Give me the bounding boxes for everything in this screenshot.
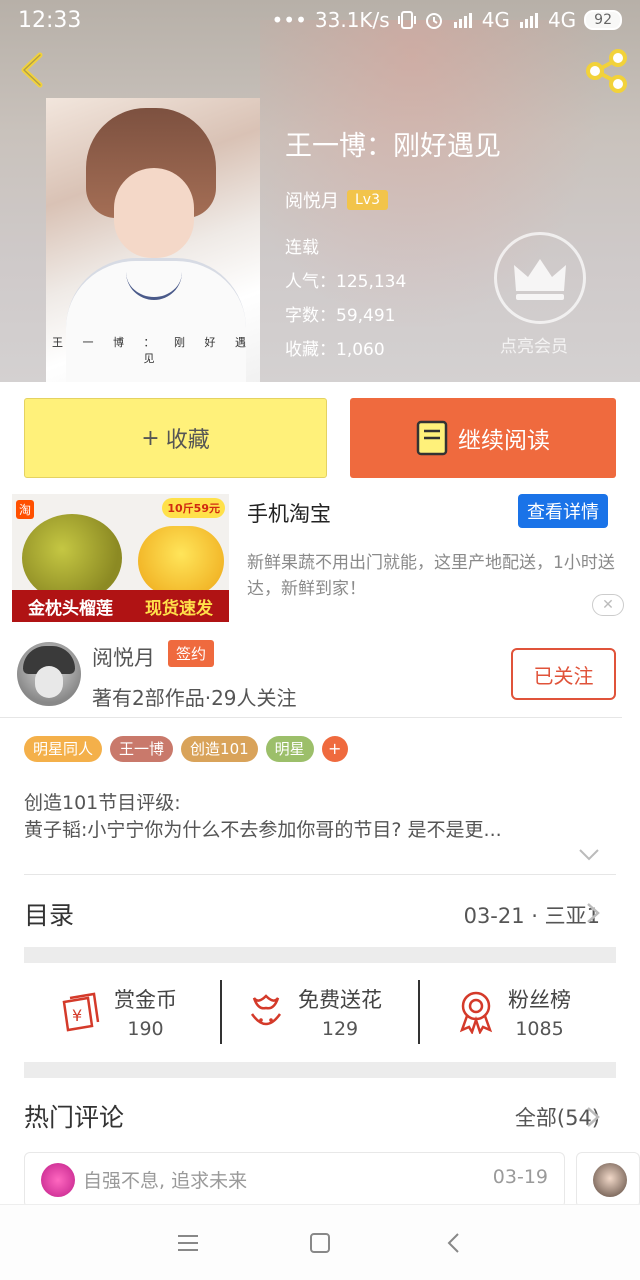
add-favorite-button[interactable]: + 收藏 [24,398,327,478]
chevron-right-icon[interactable] [586,1106,600,1128]
ad-image[interactable]: 淘 10斤59元 金枕头榴莲 现货速发 [12,494,229,622]
continue-reading-label: 继续阅读 [458,428,550,454]
reward-coin-icon: ¥ [62,992,100,1032]
comment-card[interactable] [576,1152,640,1208]
svg-text:¥: ¥ [72,1006,82,1025]
book-title: 王一博：刚好遇见 [285,131,501,162]
add-tag-button[interactable]: + [321,736,348,762]
book-description[interactable]: 创造101节目评级: 黄子韬:小宁宁你为什么不去参加你哥的节目? 是不是更... [24,790,614,844]
medal-icon [459,991,493,1034]
hot-comments-title: 热门评论 [24,1103,125,1132]
signed-badge: 签约 [168,640,215,667]
follow-button[interactable]: 已关注 [511,648,616,700]
writer-stats: 著有2部作品·29人关注 [92,686,297,710]
fan-ranking-count: 1085 [515,1018,564,1040]
vip-label[interactable]: 点亮会员 [500,332,568,357]
flower-icon [250,994,282,1026]
book-favorites: 收藏：1,060 [285,340,385,360]
tag-list: 明星同人 王一博 创造101 明星 + [24,736,348,762]
ad-title[interactable]: 手机淘宝 [247,498,331,528]
section-gap [24,947,616,963]
free-flower-count: 129 [321,1018,359,1040]
book-icon [416,420,448,456]
status-bar: 12:33 ••• 33.1K/s 4G 4G 92 [0,0,640,40]
share-icon[interactable] [584,48,630,94]
battery-indicator: 92 [584,10,622,30]
book-detail-body: + 收藏 继续阅读 淘 10斤59元 金枕头榴莲 现货速发 手机淘宝 查看详情 … [0,382,640,1208]
description-line-1: 创造101节目评级: [24,792,181,814]
menu-icon[interactable] [176,1231,200,1255]
status-time: 12:33 [18,7,82,33]
signal-4g-2: 4G [547,8,577,32]
ad-detail-button[interactable]: 查看详情 [518,494,608,528]
signal-bars-icon [519,13,538,28]
comment-text: 自强不息, 追求未来 [83,1170,248,1192]
divider [220,980,222,1044]
author-level-badge: Lv3 [347,190,388,210]
divider [24,874,616,875]
comment-date: 03-19 [492,1166,548,1188]
book-cover-image[interactable]: 王 一 博 ： 刚 好 遇 见 [46,98,260,382]
tag-item[interactable]: 明星 [265,736,314,762]
chevron-down-icon[interactable] [578,848,600,862]
book-header: 12:33 ••• 33.1K/s 4G 4G 92 王 一 博 ： 刚 好 遇… [0,0,640,382]
reward-coin-count: 190 [127,1018,164,1040]
vip-crown-button[interactable] [494,232,586,324]
commenter-avatar[interactable] [593,1163,627,1197]
ad-banner-left: 金枕头榴莲 [28,598,113,619]
chevron-right-icon[interactable] [586,902,600,924]
writer-name[interactable]: 阅悦月 [92,642,155,672]
commenter-avatar[interactable] [41,1163,75,1197]
book-popularity: 人气：125,134 [285,272,407,292]
alarm-icon [425,13,442,29]
divider [0,717,622,718]
add-favorite-label: 收藏 [165,428,210,453]
ad-description[interactable]: 新鲜果蔬不用出门就能，这里产地配送，1小时送达，新鲜到家！ [247,550,617,602]
book-status: 连载 [285,238,319,258]
ad-banner-right: 现货速发 [145,598,213,619]
taobao-badge: 淘 [16,500,35,519]
cover-caption: 王 一 博 ： 刚 好 遇 见 [52,336,254,365]
status-dots: ••• [271,8,307,32]
reward-coin-button[interactable]: ¥ 赏金币 190 [58,980,177,1044]
fan-ranking-button[interactable]: 粉丝榜 1085 [456,980,571,1044]
tag-item[interactable]: 王一博 [110,736,174,762]
description-line-2: 黄子韬:小宁宁你为什么不去参加你哥的节目? 是不是更... [24,819,502,841]
book-info: 王一博：刚好遇见 阅悦月 Lv3 连载 人气：125,134 字数：59,491… [285,124,501,367]
plus-icon: + [141,425,160,451]
system-nav-bar [0,1204,640,1280]
fan-ranking-label: 粉丝榜 [508,988,571,1012]
back-nav-icon[interactable] [442,1231,466,1255]
writer-avatar[interactable] [17,642,81,706]
book-author[interactable]: 阅悦月 [285,187,339,213]
toc-latest-chapter[interactable]: 03-21 · 三亚1 [464,900,600,930]
vibrate-icon [397,11,416,29]
free-flower-button[interactable]: 免费送花 129 [246,980,382,1044]
continue-reading-button[interactable]: 继续阅读 [350,398,616,478]
back-arrow-icon[interactable] [14,50,54,90]
signal-4g-1: 4G [481,8,510,32]
ad-price-tag: 10斤59元 [162,498,225,518]
crown-icon [514,259,566,300]
network-speed: 33.1K/s [314,8,390,32]
free-flower-label: 免费送花 [298,988,382,1012]
book-word-count: 字数：59,491 [285,306,396,326]
tag-item[interactable]: 创造101 [181,736,258,762]
comment-card[interactable]: 自强不息, 追求未来 03-19 [24,1152,565,1208]
ad-close-button[interactable]: ✕ [592,594,624,616]
section-gap [24,1062,616,1078]
reward-coin-label: 赏金币 [114,988,177,1012]
hd-signal-icon [453,13,472,28]
tag-item[interactable]: 明星同人 [24,736,103,762]
toc-title[interactable]: 目录 [24,896,74,932]
divider [418,980,420,1044]
home-square-icon[interactable] [308,1231,332,1255]
